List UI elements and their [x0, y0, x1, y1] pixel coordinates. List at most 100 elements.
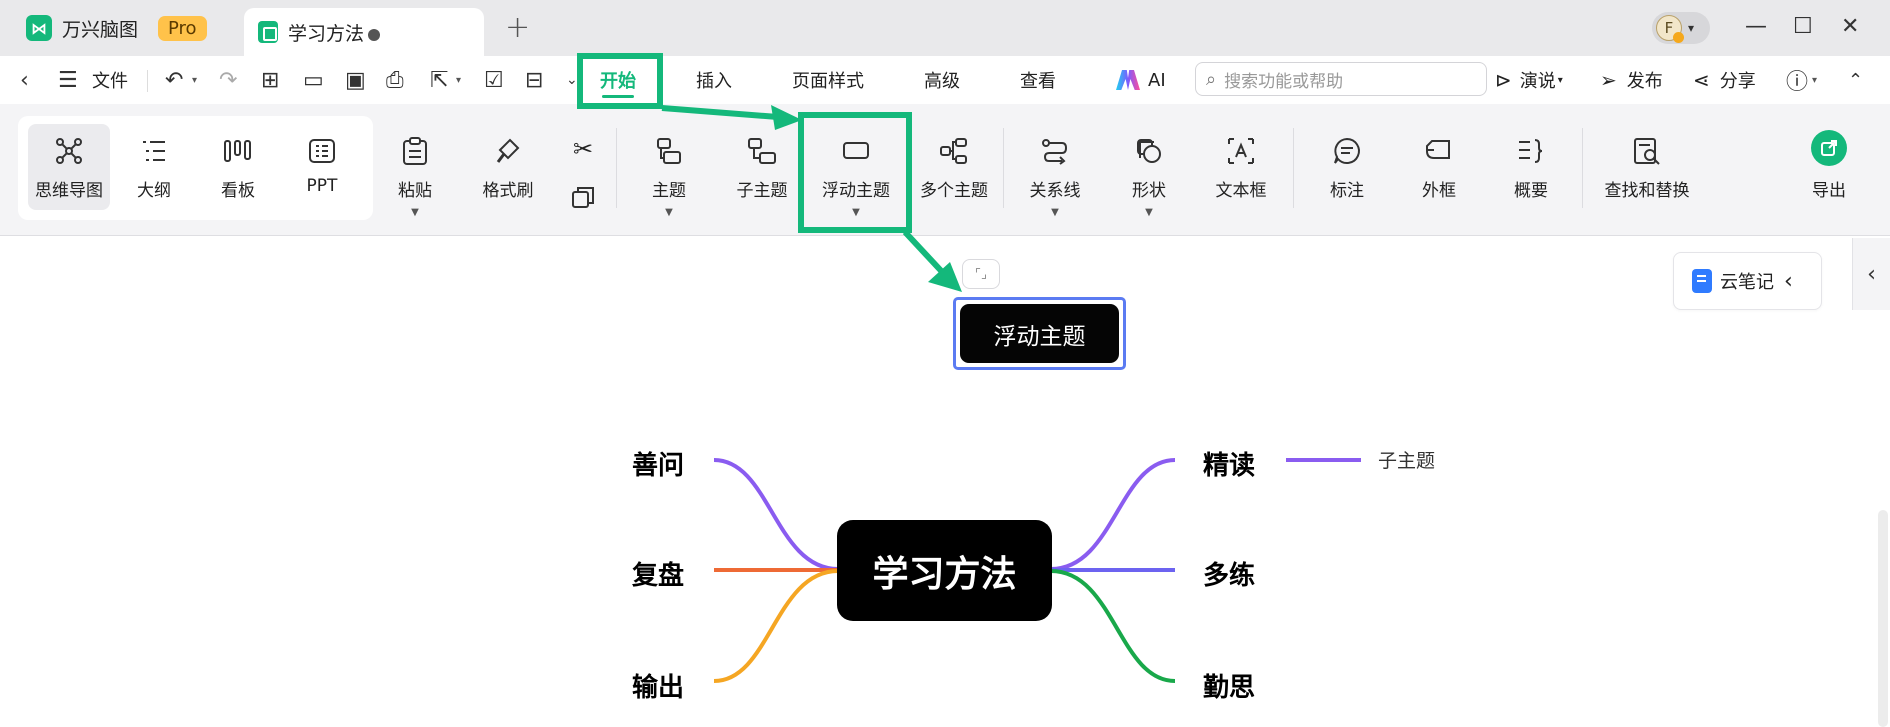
- branch-topic[interactable]: 多练: [1203, 555, 1255, 592]
- paste-button[interactable]: 粘贴 ▼: [394, 134, 436, 218]
- view-mode-group: 思维导图 大纲 看板 PPT: [18, 116, 373, 220]
- cloud-note-label: 云笔记: [1720, 272, 1774, 293]
- shape-button[interactable]: 形状 ▼: [1128, 134, 1170, 218]
- menu-bar: ‹ ☰ 文件 ↶ ▾ ↷ ⊞ ▭ ▣ ⎙ ⇱ ▾ ☑ ⊟ ⌄ 开始 插入 页面样…: [0, 56, 1890, 104]
- central-topic[interactable]: 学习方法: [837, 520, 1052, 621]
- branch-topic[interactable]: 输出: [632, 667, 684, 704]
- view-board-label: 看板: [221, 181, 255, 201]
- topic-icon: [655, 134, 683, 168]
- shape-dropdown-icon[interactable]: ▼: [1145, 207, 1153, 218]
- branch-topic[interactable]: 善问: [632, 445, 684, 482]
- redo-icon[interactable]: ↷: [219, 56, 237, 104]
- export-share-icon[interactable]: ⇱: [430, 56, 448, 104]
- view-ppt[interactable]: PPT: [286, 134, 358, 196]
- right-panel-toggle[interactable]: ‹: [1852, 238, 1890, 310]
- more-chevron-icon[interactable]: ⌄: [566, 56, 578, 104]
- find-replace-label: 查找和替换: [1604, 181, 1690, 201]
- maximize-icon[interactable]: ☐: [1793, 14, 1813, 39]
- relationship-button[interactable]: 关系线 ▼: [1026, 134, 1084, 218]
- branch-topic[interactable]: 精读: [1203, 445, 1255, 482]
- view-mindmap[interactable]: 思维导图: [28, 124, 110, 210]
- divider: [1293, 128, 1294, 208]
- shape-label: 形状: [1132, 181, 1166, 201]
- subtopic-button[interactable]: 子主题: [734, 134, 790, 201]
- pro-badge[interactable]: Pro: [158, 15, 207, 41]
- document-tab[interactable]: 学习方法: [244, 8, 484, 56]
- help-dropdown-icon[interactable]: ▾: [1812, 56, 1817, 104]
- checklist-icon[interactable]: ☑: [484, 56, 504, 104]
- print-icon[interactable]: ⎙: [386, 56, 404, 104]
- back-icon[interactable]: ‹: [20, 56, 29, 104]
- scissors-icon: ✂: [572, 135, 594, 163]
- view-outline[interactable]: 大纲: [118, 134, 190, 201]
- file-menu[interactable]: 文件: [92, 56, 128, 104]
- chevron-down-icon: ▾: [1557, 74, 1563, 86]
- open-folder-icon[interactable]: ▭: [303, 56, 324, 104]
- export-icon: [1811, 128, 1847, 168]
- divider: [147, 70, 148, 92]
- cut-button[interactable]: ✂: [568, 132, 598, 174]
- document-tab-title: 学习方法: [288, 22, 365, 45]
- floating-topic-label: 浮动主题: [822, 181, 890, 201]
- branch-topic[interactable]: 复盘: [632, 555, 684, 592]
- cloud-note-button[interactable]: 云笔记 ‹: [1673, 252, 1822, 310]
- help-icon[interactable]: ⓘ: [1786, 56, 1808, 104]
- chevron-down-icon: ▾: [1688, 21, 1695, 35]
- export-dropdown-icon[interactable]: ▾: [456, 56, 461, 104]
- branch-topic[interactable]: 勤思: [1203, 667, 1255, 704]
- save-as-icon[interactable]: ⊟: [525, 56, 543, 104]
- mindmap-canvas[interactable]: [0, 236, 1890, 727]
- vertical-scrollbar[interactable]: [1878, 510, 1888, 727]
- ribbon-toolbar: 思维导图 大纲 看板 PPT 粘贴 ▼ 格式刷 ✂ 主题 ▼ 子主题 浮动主题 …: [0, 104, 1890, 236]
- account-menu[interactable]: F ▾: [1652, 12, 1710, 44]
- find-replace-button[interactable]: 查找和替换: [1602, 134, 1692, 201]
- multiple-topics-button[interactable]: 多个主题: [918, 134, 990, 201]
- collapse-ribbon-icon[interactable]: ⌃: [1848, 56, 1863, 104]
- play-circle-icon: ⊳: [1495, 68, 1512, 92]
- tab-start[interactable]: 开始: [600, 56, 636, 104]
- summary-brace-icon: [1516, 134, 1546, 168]
- relationship-dropdown-icon[interactable]: ▼: [1051, 207, 1059, 218]
- tab-advanced[interactable]: 高级: [924, 56, 960, 104]
- tab-insert[interactable]: 插入: [696, 56, 732, 104]
- floating-topic-button[interactable]: 浮动主题 ▼: [820, 134, 892, 218]
- floating-topic-dropdown-icon[interactable]: ▼: [852, 207, 860, 218]
- floating-topic-node[interactable]: 浮动主题: [960, 304, 1119, 363]
- publish-button[interactable]: ➢ 发布: [1600, 56, 1663, 104]
- view-board[interactable]: 看板: [202, 134, 274, 201]
- subtopic-node[interactable]: 子主题: [1378, 446, 1435, 473]
- app-brand[interactable]: ⋈ 万兴脑图 Pro: [12, 8, 221, 48]
- share-button[interactable]: ⋖ 分享: [1693, 56, 1756, 104]
- ai-logo-icon: [1116, 70, 1140, 90]
- topic-dropdown-icon[interactable]: ▼: [665, 207, 673, 218]
- copy-button[interactable]: [568, 180, 598, 222]
- textbox-button[interactable]: 文本框: [1212, 134, 1270, 201]
- view-outline-label: 大纲: [137, 181, 171, 201]
- topic-button[interactable]: 主题 ▼: [648, 134, 690, 218]
- textbox-icon: [1226, 134, 1256, 168]
- paint-brush-icon: [494, 134, 522, 168]
- paste-dropdown-icon[interactable]: ▼: [411, 207, 419, 218]
- summary-button[interactable]: 概要: [1510, 134, 1552, 201]
- undo-dropdown-icon[interactable]: ▾: [192, 56, 197, 104]
- boundary-button[interactable]: 外框: [1418, 134, 1460, 201]
- board-columns-icon: [223, 134, 253, 168]
- save-icon[interactable]: ▣: [345, 56, 366, 104]
- minimize-icon[interactable]: —: [1745, 14, 1767, 39]
- search-input[interactable]: ⌕ 搜索功能或帮助: [1195, 62, 1487, 96]
- callout-button[interactable]: 标注: [1326, 134, 1368, 201]
- format-painter-button[interactable]: 格式刷: [478, 134, 538, 201]
- new-tab-button[interactable]: +: [505, 10, 530, 45]
- export-button[interactable]: 导出: [1808, 128, 1850, 201]
- present-button[interactable]: ⊳ 演说 ▾: [1495, 56, 1563, 104]
- tab-view[interactable]: 查看: [1020, 56, 1056, 104]
- topic-resize-handle[interactable]: ⌜⌟: [962, 259, 1000, 289]
- unsaved-dot-icon[interactable]: [368, 29, 380, 41]
- ai-button[interactable]: AI: [1116, 56, 1166, 104]
- hamburger-menu-icon[interactable]: ☰: [58, 56, 78, 104]
- shapes-icon: [1134, 134, 1164, 168]
- tab-page-style[interactable]: 页面样式: [792, 56, 864, 104]
- undo-icon[interactable]: ↶: [165, 56, 183, 104]
- new-file-icon[interactable]: ⊞: [261, 56, 279, 104]
- close-icon[interactable]: ✕: [1841, 14, 1859, 39]
